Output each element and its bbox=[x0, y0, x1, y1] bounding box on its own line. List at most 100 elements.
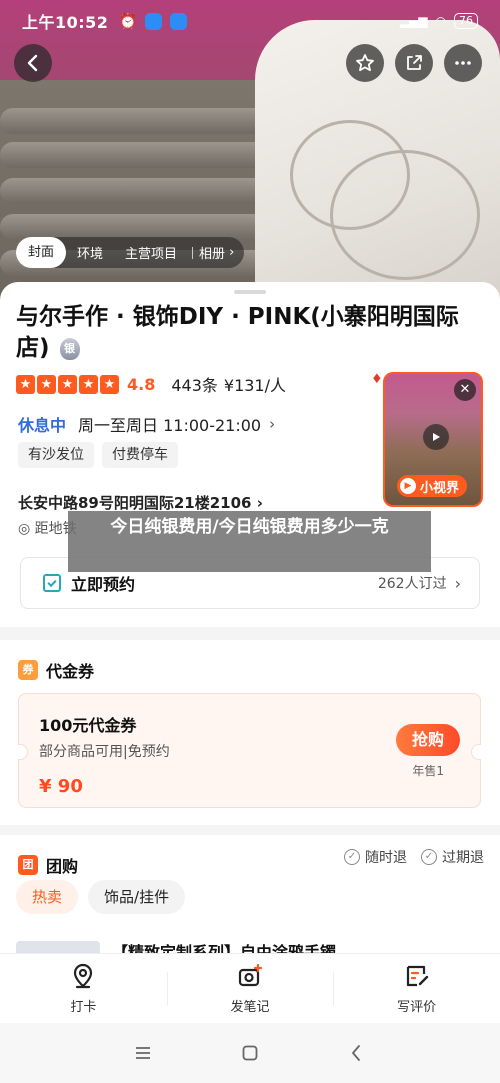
rating-stars: ★ ★ ★ ★ ★ bbox=[16, 374, 119, 394]
overlay-title-banner: 今日纯银费用/今日纯银费用多少一克 bbox=[68, 511, 431, 572]
buy-coupon-button[interactable]: 抢购 bbox=[396, 724, 460, 756]
facility-tag: 有沙发位 bbox=[18, 442, 94, 468]
write-review-button[interactable]: 写评价 bbox=[333, 954, 500, 1023]
star-icon: ★ bbox=[58, 374, 77, 394]
location-pin-icon: ◎ bbox=[18, 521, 35, 537]
check-circle-icon: ✓ bbox=[344, 849, 360, 865]
back-button[interactable] bbox=[14, 44, 52, 82]
status-time: 上午10:52 bbox=[22, 13, 109, 32]
back-icon[interactable] bbox=[348, 1044, 366, 1062]
wifi-icon: ◠ bbox=[435, 14, 446, 28]
group-buy-icon: 团 bbox=[18, 855, 38, 875]
photo-bangle bbox=[330, 150, 480, 280]
guarantee-item: ✓ 随时退 bbox=[344, 847, 407, 867]
tab-hot-sale[interactable]: 热卖 bbox=[16, 880, 79, 914]
app-notification-icon bbox=[170, 12, 188, 30]
group-buy-section: 团 团购 ✓ 随时退 ✓ 过期退 热卖 饰品/挂件 【精致定制系列】自由涂鸦手镯 bbox=[0, 835, 500, 962]
post-note-label: 发笔记 bbox=[230, 1000, 270, 1015]
coupon-section-title: 代金券 bbox=[46, 662, 95, 681]
share-button[interactable] bbox=[395, 44, 433, 82]
photo-tab-main-items[interactable]: 主营项目 bbox=[114, 243, 188, 262]
booking-label: 立即预约 bbox=[71, 575, 136, 594]
guarantee-label: 随时退 bbox=[365, 850, 407, 866]
mini-video-player[interactable]: ✕ ▶ 小视界 bbox=[383, 372, 483, 507]
address-text: 长安中路89号阳明国际21楼2106 bbox=[18, 494, 252, 512]
close-icon[interactable]: ✕ bbox=[454, 379, 476, 401]
photo-tab-environment[interactable]: 环境 bbox=[66, 243, 114, 262]
group-buy-title: 团购 bbox=[46, 857, 79, 876]
alarm-icon: ⏰ bbox=[118, 12, 138, 30]
tab-accessories[interactable]: 饰品/挂件 bbox=[88, 880, 186, 914]
app-notification-icon bbox=[145, 12, 163, 30]
coupon-sold-count: 年售1 bbox=[412, 764, 444, 778]
check-circle-icon: ✓ bbox=[421, 849, 437, 865]
coupon-notch bbox=[471, 744, 481, 760]
rating-row[interactable]: ★ ★ ★ ★ ★ 4.8 443条 ¥131/人 bbox=[16, 372, 286, 396]
hours-status: 休息中 bbox=[18, 416, 67, 435]
group-buy-header: 团 团购 bbox=[18, 853, 78, 877]
coupon-description: 部分商品可用|免预约 bbox=[39, 744, 170, 760]
coupon-card[interactable]: 100元代金券 部分商品可用|免预约 ¥ 90 抢购 年售1 bbox=[18, 693, 481, 808]
business-hours[interactable]: 休息中 周一至周日 11:00-21:00 › bbox=[18, 412, 275, 436]
average-price: ¥131/人 bbox=[223, 376, 287, 395]
booking-count: 262人订过 bbox=[377, 576, 447, 592]
facility-tag: 付费停车 bbox=[102, 442, 178, 468]
star-icon: ★ bbox=[100, 374, 119, 394]
bottom-action-bar: 打卡 发笔记 写评价 bbox=[0, 953, 500, 1023]
more-button[interactable] bbox=[444, 44, 482, 82]
coupon-price: ¥ 90 bbox=[39, 776, 83, 797]
chevron-right-icon: › bbox=[229, 245, 235, 260]
coupon-title: 100元代金券 bbox=[39, 716, 137, 735]
star-icon: ★ bbox=[16, 374, 35, 394]
refund-guarantees: ✓ 随时退 ✓ 过期退 bbox=[344, 847, 484, 867]
review-count: 443条 bbox=[171, 376, 218, 395]
chevron-right-icon: › bbox=[269, 415, 276, 433]
star-outline-icon bbox=[356, 54, 374, 72]
back-arrow-icon bbox=[27, 54, 38, 72]
signal-icon: ▂▄▆ bbox=[399, 14, 428, 28]
facility-tags: 有沙发位 付费停车 bbox=[18, 442, 178, 468]
hours-text: 周一至周日 11:00-21:00 bbox=[78, 416, 262, 435]
guarantee-item: ✓ 过期退 bbox=[421, 847, 484, 867]
chevron-right-icon: › bbox=[454, 573, 461, 593]
coupon-section: 券 代金券 100元代金券 部分商品可用|免预约 ¥ 90 抢购 年售1 bbox=[0, 640, 500, 825]
location-pin-icon bbox=[74, 963, 93, 989]
photo-tab-cover[interactable]: 封面 bbox=[16, 237, 67, 268]
play-icon[interactable] bbox=[423, 424, 449, 450]
post-note-button[interactable]: 发笔记 bbox=[166, 954, 334, 1023]
battery-icon: 76 bbox=[454, 13, 478, 29]
check-in-label: 打卡 bbox=[70, 1000, 97, 1015]
edit-review-icon bbox=[406, 965, 428, 987]
gift-icon: ♦ bbox=[371, 372, 383, 387]
write-review-label: 写评价 bbox=[397, 1000, 437, 1015]
system-navigation-bar bbox=[0, 1023, 500, 1083]
star-icon: ★ bbox=[37, 374, 56, 394]
group-buy-tabs: 热卖 饰品/挂件 bbox=[16, 880, 186, 914]
silver-badge-icon: 银 bbox=[59, 337, 80, 360]
star-icon: ★ bbox=[79, 374, 98, 394]
shop-name: 与尔手作 · 银饰DIY · PINK(小寨阳明国际店) 银 bbox=[16, 302, 490, 364]
mini-video-label: 小视界 bbox=[420, 480, 460, 496]
photo-tab-album[interactable]: 相册 bbox=[199, 243, 225, 262]
menu-icon[interactable] bbox=[134, 1044, 152, 1062]
mini-video-badge: ▶ 小视界 bbox=[397, 475, 468, 497]
drag-handle[interactable] bbox=[234, 290, 266, 294]
play-circle-icon: ▶ bbox=[400, 478, 416, 494]
photo-category-tabs: 封面 环境 主营项目 相册 › bbox=[16, 237, 245, 268]
coupon-section-header: 券 代金券 bbox=[18, 658, 94, 682]
divider bbox=[192, 246, 194, 259]
chevron-right-icon: › bbox=[256, 494, 263, 512]
check-in-button[interactable]: 打卡 bbox=[0, 954, 167, 1023]
rating-score: 4.8 bbox=[127, 374, 156, 394]
favorite-button[interactable] bbox=[346, 44, 384, 82]
home-icon[interactable] bbox=[241, 1044, 259, 1062]
status-bar: 上午10:52 ⏰ ▂▄▆ ◠ 76 bbox=[0, 0, 500, 42]
shop-name-text: 与尔手作 · 银饰DIY · PINK(小寨阳明国际店) bbox=[16, 304, 459, 361]
more-dots-icon bbox=[455, 61, 471, 65]
coupon-icon: 券 bbox=[18, 660, 38, 680]
coupon-notch bbox=[18, 744, 28, 760]
shop-address[interactable]: 长安中路89号阳明国际21楼2106 › bbox=[18, 492, 263, 513]
share-icon bbox=[407, 55, 422, 70]
camera-plus-icon bbox=[238, 963, 263, 987]
guarantee-label: 过期退 bbox=[442, 850, 484, 866]
